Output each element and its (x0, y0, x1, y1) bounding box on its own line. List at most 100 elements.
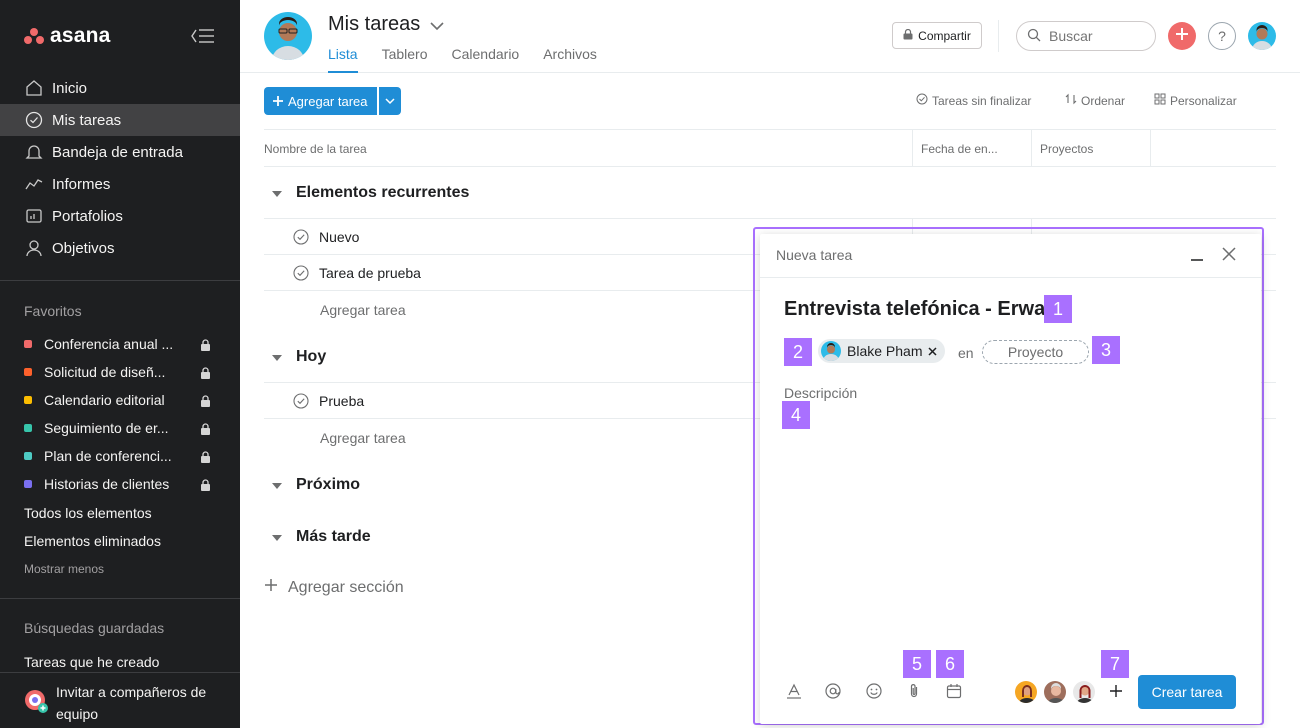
sidebar-item-bandeja[interactable]: Bandeja de entrada (0, 136, 240, 168)
favorite-item[interactable]: Conferencia anual ... (0, 330, 240, 358)
asana-logo[interactable]: asana (24, 24, 111, 48)
annotation-badge-7: 7 (1101, 650, 1129, 678)
collaborator-avatar[interactable] (1043, 680, 1067, 704)
annotation-badge-3: 3 (1092, 336, 1120, 364)
text-format-icon[interactable] (786, 683, 802, 704)
close-icon[interactable] (1222, 247, 1236, 266)
calendar-icon[interactable] (946, 683, 962, 704)
page-header: Mis tareas Lista Tablero Calendario Arch… (240, 0, 1300, 73)
share-button[interactable]: Compartir (892, 22, 982, 49)
tab-tablero[interactable]: Tablero (382, 46, 428, 73)
tab-lista[interactable]: Lista (328, 46, 358, 73)
favorite-label: Plan de conferenci... (44, 448, 172, 464)
task-name[interactable]: Tarea de prueba (319, 265, 421, 281)
user-avatar-large[interactable] (264, 12, 312, 60)
favorite-item[interactable]: Historias de clientes (0, 470, 240, 498)
check-circle-icon[interactable] (293, 265, 309, 284)
sidebar-item-portafolios[interactable]: Portafolios (0, 200, 240, 232)
saved-search-item[interactable]: Tareas que he creado (24, 654, 159, 670)
sidebar-item-inicio[interactable]: Inicio (0, 72, 240, 104)
favorites-title[interactable]: Favoritos (24, 303, 82, 319)
all-items-link[interactable]: Todos los elementos (24, 505, 152, 521)
task-title-input[interactable]: Entrevista telefónica - Erwan (784, 298, 1057, 321)
collapse-sidebar-icon[interactable] (190, 26, 216, 46)
lock-icon (200, 366, 211, 382)
sidebar-item-label: Mis tareas (52, 111, 122, 129)
chevron-down-icon[interactable] (430, 18, 444, 36)
project-color-dot (24, 452, 32, 460)
collaborator-avatar[interactable] (1014, 680, 1038, 704)
page-title: Mis tareas (328, 13, 421, 35)
tab-archivos[interactable]: Archivos (543, 46, 597, 73)
sidebar-item-label: Bandeja de entrada (52, 143, 183, 161)
lock-icon (200, 478, 211, 494)
emoji-icon[interactable] (866, 683, 882, 704)
favorite-item[interactable]: Plan de conferenci... (0, 442, 240, 470)
search-input[interactable] (1049, 28, 1139, 44)
mention-icon[interactable] (825, 683, 841, 704)
add-task-inline[interactable]: Agregar tarea (320, 302, 406, 318)
add-section-button[interactable]: Agregar sección (264, 578, 404, 597)
description-input[interactable]: Descripción (784, 385, 857, 401)
check-circle-icon[interactable] (293, 393, 309, 412)
sidebar-item-mis-tareas[interactable]: Mis tareas (0, 104, 240, 136)
project-color-dot (24, 340, 32, 348)
assignee-chip[interactable]: Blake Pham (818, 339, 946, 363)
share-label: Compartir (918, 28, 971, 43)
task-name[interactable]: Prueba (319, 393, 364, 409)
user-avatar[interactable] (1248, 22, 1276, 50)
section-header[interactable]: Elementos recurrentes (272, 184, 469, 202)
favorite-item[interactable]: Calendario editorial (0, 386, 240, 414)
task-name[interactable]: Nuevo (319, 229, 359, 245)
attachment-icon[interactable] (907, 683, 921, 704)
add-task-button[interactable]: Agregar tarea (264, 87, 377, 115)
lock-icon (200, 450, 211, 466)
section-header[interactable]: Hoy (272, 348, 326, 366)
filter-incomplete-button[interactable]: Tareas sin finalizar (916, 93, 1031, 108)
search-icon (1027, 28, 1041, 45)
minimize-icon[interactable] (1190, 248, 1204, 267)
folder-icon (24, 206, 44, 226)
plus-icon (1175, 27, 1189, 46)
add-task-button-group: Agregar tarea (264, 87, 401, 115)
section-header[interactable]: Próximo (272, 476, 360, 494)
dialog-header: Nueva tarea (760, 234, 1261, 278)
remove-assignee-icon[interactable] (928, 343, 938, 359)
create-task-button[interactable]: Crear tarea (1138, 675, 1236, 709)
saved-searches-title[interactable]: Búsquedas guardadas (24, 620, 164, 636)
grid-icon (1154, 93, 1166, 108)
project-color-dot (24, 396, 32, 404)
triangle-down-icon (272, 476, 282, 494)
column-header-projects[interactable]: Proyectos (1040, 142, 1093, 156)
deleted-items-link[interactable]: Elementos eliminados (24, 533, 161, 549)
asana-logo-icon (24, 28, 44, 44)
invite-icon (24, 689, 48, 718)
customize-button[interactable]: Personalizar (1154, 93, 1237, 108)
help-button[interactable]: ? (1208, 22, 1236, 50)
show-less-link[interactable]: Mostrar menos (24, 562, 104, 576)
section-header[interactable]: Más tarde (272, 528, 371, 546)
column-header-task-name[interactable]: Nombre de la tarea (264, 142, 367, 156)
tab-calendario[interactable]: Calendario (452, 46, 520, 73)
add-task-inline[interactable]: Agregar tarea (320, 430, 406, 446)
sidebar-item-informes[interactable]: Informes (0, 168, 240, 200)
sidebar-item-objetivos[interactable]: Objetivos (0, 232, 240, 264)
search-box[interactable] (1016, 21, 1156, 51)
invite-teammates-button[interactable]: Invitar a compañeros de equipo (0, 672, 240, 728)
add-task-dropdown[interactable] (378, 87, 401, 115)
project-color-dot (24, 424, 32, 432)
project-selector[interactable]: Proyecto (982, 340, 1089, 364)
lock-icon (903, 28, 913, 43)
favorite-item[interactable]: Seguimiento de er... (0, 414, 240, 442)
quick-add-button[interactable] (1168, 22, 1196, 50)
annotation-badge-2: 2 (784, 338, 812, 366)
sort-button[interactable]: Ordenar (1065, 93, 1125, 108)
sidebar-nav: Inicio Mis tareas Bandeja de entrada Inf… (0, 72, 240, 264)
column-header-due-date[interactable]: Fecha de en... (921, 142, 998, 156)
collaborator-avatar[interactable] (1072, 680, 1096, 704)
add-collaborator-icon[interactable] (1109, 684, 1123, 703)
check-circle-icon[interactable] (293, 229, 309, 248)
favorite-item[interactable]: Solicitud de diseñ... (0, 358, 240, 386)
annotation-badge-5: 5 (903, 650, 931, 678)
new-task-dialog: Nueva tarea Entrevista telefónica - Erwa… (760, 234, 1261, 724)
